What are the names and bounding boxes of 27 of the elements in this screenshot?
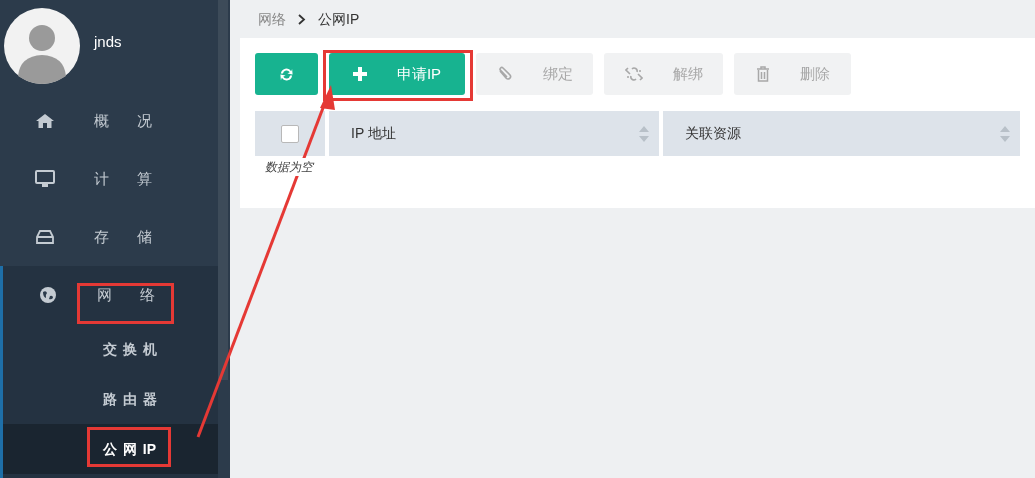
column-header[interactable]: 关联资源 xyxy=(663,111,1020,156)
refresh-icon xyxy=(279,66,294,82)
monitor-icon xyxy=(35,170,55,188)
submenu-item[interactable]: 公 网 IP xyxy=(3,424,218,474)
globe-icon xyxy=(40,287,56,303)
trash-icon xyxy=(755,66,770,82)
paperclip-icon xyxy=(496,66,513,82)
user-name: jnds xyxy=(94,31,122,52)
breadcrumb-item: 公网IP xyxy=(318,9,360,29)
scrollbar[interactable] xyxy=(218,0,228,380)
sort-icon[interactable] xyxy=(639,125,649,142)
chevron-icon xyxy=(298,13,306,25)
menu-item[interactable]: 网 络 xyxy=(0,266,218,324)
broken-link-icon xyxy=(624,66,643,82)
refresh-button[interactable] xyxy=(255,53,318,95)
submenu-item[interactable]: 交 换 机 xyxy=(3,324,218,374)
submenu-item[interactable]: 路 由 器 xyxy=(3,374,218,424)
drive-icon xyxy=(36,230,54,244)
avatar-icon xyxy=(4,8,80,84)
menu-item[interactable]: 概 况 xyxy=(0,92,218,150)
checkbox[interactable] xyxy=(281,124,299,143)
column-header[interactable]: IP 地址 xyxy=(329,111,659,156)
sort-icon[interactable] xyxy=(1000,125,1010,142)
home-icon xyxy=(36,114,54,128)
menu-item[interactable]: 计 算 xyxy=(0,150,218,208)
plus-icon xyxy=(352,67,367,81)
menu-item[interactable]: 存 储 xyxy=(0,208,218,266)
